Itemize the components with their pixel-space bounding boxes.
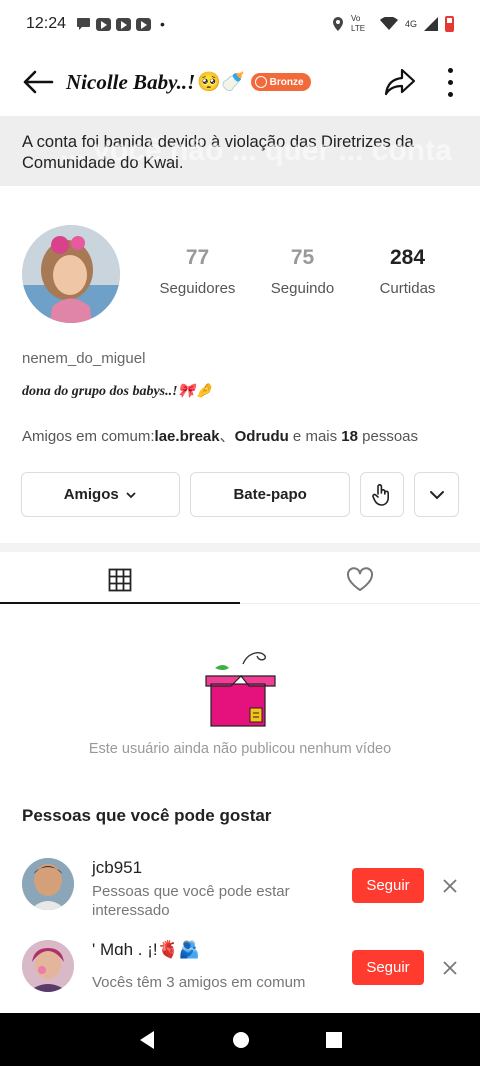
profile-bio: dona do grupo dos babys..!🎀🤌 [22,384,213,399]
dot-icon [447,79,453,85]
notification-icons: • [76,16,165,32]
expand-suggestions-button[interactable] [414,472,459,517]
system-navigation-bar [0,1013,480,1066]
followers-stat[interactable]: 77 Seguidores [145,246,250,297]
section-divider [0,543,480,552]
battery-icon [445,16,454,32]
more-options-button[interactable] [438,62,462,102]
suggestion-avatar[interactable] [22,940,74,992]
profile-avatar[interactable] [22,225,120,323]
follow-button[interactable]: Seguir [352,950,424,985]
suggestion-avatar[interactable] [22,858,74,910]
suggestion-item[interactable]: ' Mɑh . ¡!🫀🫂 Vocês têm 3 amigos em comum… [0,932,480,1002]
mutual-suffix: pessoas [357,428,419,445]
tab-likes[interactable] [240,556,480,603]
profile-stats: 77 Seguidores 75 Seguindo 284 Curtidas [145,246,460,297]
follow-button[interactable]: Seguir [352,868,424,903]
followers-label: Seguidores [159,280,236,297]
arrow-left-icon [23,70,54,94]
following-label: Seguindo [270,280,335,297]
tab-videos[interactable] [0,556,240,604]
nav-back-icon[interactable] [138,1030,156,1050]
close-icon [443,961,457,975]
nav-home-icon[interactable] [232,1031,250,1049]
youtube-icon [96,17,112,31]
profile-username: nenem_do_miguel [22,350,146,367]
likes-stat: 284 Curtidas [355,246,460,297]
friends-button[interactable]: Amigos [21,472,181,517]
suggestion-name: jcb951 [92,858,143,877]
avatar-image [22,858,74,910]
chat-button-label: Bate-papo [233,486,307,503]
mutual-friends[interactable]: Amigos em comum:lae.break、Odrudu e mais … [22,425,418,446]
close-icon [443,879,457,893]
share-arrow-icon [384,68,416,96]
title-emoji: 🥺🍼 [197,72,245,93]
likes-count: 284 [389,246,426,269]
chat-button[interactable]: Bate-papo [190,472,350,517]
dot-icon [447,91,453,97]
poke-button[interactable] [359,472,405,517]
avatar-image [22,225,120,323]
hand-pointer-icon [372,483,390,506]
mutual-mid: e mais [288,428,342,445]
status-time: 12:24 [26,15,67,32]
empty-box-illustration [205,652,276,727]
mutual-friend-link[interactable]: Odrudu [235,428,289,445]
medal-icon [254,76,267,88]
youtube-icon [136,17,152,31]
grid-icon [108,568,132,591]
network-type-label: 4G [404,19,417,29]
following-stat[interactable]: 75 Seguindo [250,246,355,297]
status-bar: 12:24 • Vo LTE 4G [0,0,480,48]
mutual-separator: 、 [219,428,235,445]
mutual-friend-link[interactable]: lae.break [155,428,220,445]
suggestion-subtitle: Vocês têm 3 amigos em comum [92,974,306,991]
system-icons: Vo LTE 4G [332,14,454,34]
mutual-prefix: Amigos em comum: [22,428,155,445]
chat-icon [77,18,91,30]
dismiss-suggestion-button[interactable] [440,958,460,978]
dot-icon [447,67,453,73]
wifi-icon [379,17,398,30]
badge-label: Bronze [269,76,304,88]
content-tabs [0,556,480,604]
suggestion-item[interactable]: jcb951 Pessoas que você pode estar inter… [0,850,480,920]
profile-header: Nicolle Baby..! 🥺🍼 Bronze [0,52,480,112]
profile-actions: Amigos Bate-papo [21,472,459,517]
notification-dot: • [160,16,165,32]
avatar-image [22,940,74,992]
share-button[interactable] [380,62,420,102]
level-badge[interactable]: Bronze [250,73,311,91]
ban-notice: A conta foi banida devido à violação das… [0,116,480,186]
chevron-down-icon [126,491,136,498]
volte-label: Vo LTE [350,14,366,33]
youtube-icon [116,17,132,31]
mutual-count: 18 [341,428,358,445]
suggestion-name: ' Mɑh . ¡!🫀🫂 [92,940,200,959]
heart-icon [346,567,374,591]
suggestion-subtitle: Pessoas que você pode estar interessado [92,883,290,919]
chevron-down-icon [429,490,444,499]
following-count: 75 [290,246,315,269]
nav-recents-icon[interactable] [326,1031,342,1048]
location-icon [332,17,343,31]
ban-notice-text: A conta foi banida devido à violação das… [22,133,414,172]
back-button[interactable] [18,62,58,102]
profile-title: Nicolle Baby..! [66,69,196,94]
followers-count: 77 [185,246,210,269]
likes-label: Curtidas [379,280,436,297]
suggestions-title: Pessoas que você pode gostar [22,806,272,825]
empty-state-text: Este usuário ainda não publicou nenhum v… [88,741,392,757]
signal-icon [424,17,438,31]
friends-button-label: Amigos [63,486,119,503]
dismiss-suggestion-button[interactable] [440,876,460,896]
